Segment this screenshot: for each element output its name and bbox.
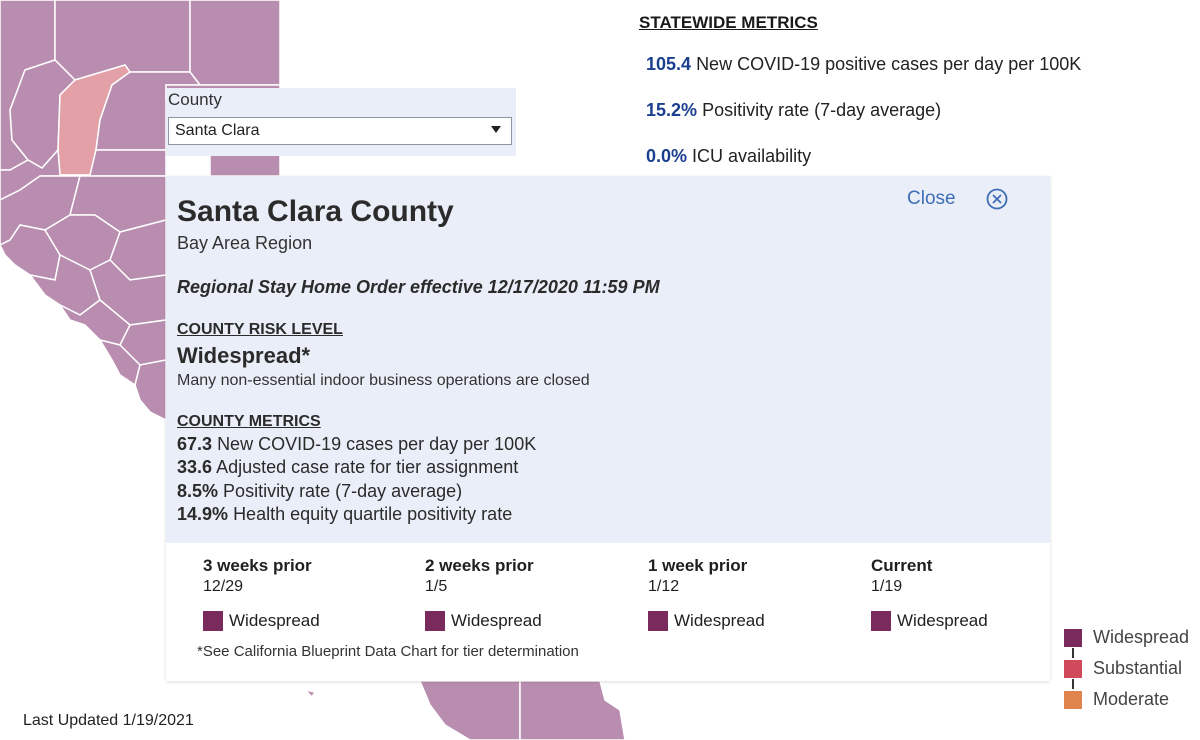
stay-home-order: Regional Stay Home Order effective 12/17… <box>177 277 660 297</box>
tier-legend: Widespread Substantial Moderate <box>1064 624 1200 714</box>
tier-history-date: 1/5 <box>425 578 448 595</box>
county-select-value: Santa Clara <box>175 122 260 139</box>
county-metric: 33.6 Adjusted case rate for tier assignm… <box>177 457 518 478</box>
county-region: Bay Area Region <box>177 233 313 253</box>
close-icon[interactable] <box>983 185 1011 213</box>
county-name: Santa Clara County <box>177 195 454 228</box>
tier-history-item: Current 1/19 Widespread <box>871 556 1071 631</box>
legend-connector <box>1072 679 1074 689</box>
legend-swatch <box>1064 690 1082 709</box>
risk-level-description: Many non-essential indoor business opera… <box>177 372 590 389</box>
map-county[interactable] <box>302 688 317 699</box>
county-metric-value: 8.5% <box>177 481 219 501</box>
risk-level-header: COUNTY RISK LEVEL <box>177 321 343 338</box>
map-county[interactable] <box>519 680 626 740</box>
map-county[interactable] <box>134 359 167 422</box>
tier-name: Widespread <box>897 611 988 630</box>
statewide-metric-value: 105.4 <box>646 54 692 74</box>
county-metric-value: 14.9% <box>177 504 229 524</box>
tier-history-tier: Widespread <box>203 611 403 631</box>
tier-history-tier: Widespread <box>648 611 848 631</box>
tier-history-tier: Widespread <box>425 611 625 631</box>
map-county[interactable] <box>418 680 521 740</box>
statewide-metric-label: Positivity rate (7-day average) <box>702 100 942 120</box>
county-metric: 8.5% Positivity rate (7-day average) <box>177 481 462 502</box>
county-selector-label: County <box>168 90 222 109</box>
legend-swatch <box>1064 659 1082 678</box>
county-metric-value: 33.6 <box>177 457 213 477</box>
tier-history-item: 2 weeks prior 1/5 Widespread <box>425 556 625 631</box>
statewide-metrics-title: STATEWIDE METRICS <box>639 13 818 32</box>
tier-swatch <box>203 611 223 631</box>
legend-swatch <box>1064 628 1082 647</box>
tier-history-date: 12/29 <box>203 578 244 595</box>
tier-history-date: 1/12 <box>648 578 680 595</box>
tier-swatch <box>871 611 891 631</box>
map-county[interactable] <box>189 0 281 86</box>
tier-name: Widespread <box>229 611 320 630</box>
county-select[interactable]: Santa Clara <box>168 117 512 145</box>
county-metric-label: Health equity quartile positivity rate <box>233 504 513 524</box>
tier-history-tier: Widespread <box>871 611 1071 631</box>
tier-name: Widespread <box>674 611 765 630</box>
county-metric-value: 67.3 <box>177 434 213 454</box>
legend-label: Substantial <box>1093 658 1183 678</box>
legend-item-moderate: Moderate <box>1064 689 1169 710</box>
legend-item-substantial: Substantial <box>1064 658 1182 679</box>
tier-history-item: 1 week prior 1/12 Widespread <box>648 556 848 631</box>
county-metrics-header: COUNTY METRICS <box>177 413 321 430</box>
last-updated: Last Updated 1/19/2021 <box>23 712 194 729</box>
tier-history-label: 1 week prior <box>648 556 748 575</box>
county-metric-label: New COVID-19 cases per day per 100K <box>217 434 537 454</box>
chevron-down-icon <box>491 126 501 133</box>
statewide-metric-value: 15.2% <box>646 100 698 120</box>
statewide-metric-icu: 0.0% ICU availability <box>646 146 811 167</box>
tier-history-label: 2 weeks prior <box>425 556 534 575</box>
legend-connector <box>1072 648 1074 658</box>
statewide-metric-label: ICU availability <box>692 146 812 166</box>
tier-history-label: Current <box>871 556 933 575</box>
tier-swatch <box>648 611 668 631</box>
tier-footnote: *See California Blueprint Data Chart for… <box>197 643 579 660</box>
tier-history-item: 3 weeks prior 12/29 Widespread <box>203 556 403 631</box>
tier-history-date: 1/19 <box>871 578 903 595</box>
statewide-metric-positivity: 15.2% Positivity rate (7-day average) <box>646 100 941 121</box>
county-detail-panel: Close Santa Clara County Bay Area Region… <box>166 176 1050 681</box>
legend-label: Widespread <box>1093 627 1190 647</box>
tier-swatch <box>425 611 445 631</box>
statewide-metric-value: 0.0% <box>646 146 688 166</box>
county-metric: 14.9% Health equity quartile positivity … <box>177 504 512 525</box>
tier-history-label: 3 weeks prior <box>203 556 312 575</box>
county-metric: 67.3 New COVID-19 cases per day per 100K <box>177 434 536 455</box>
risk-level-value: Widespread* <box>177 343 311 368</box>
county-metric-label: Adjusted case rate for tier assignment <box>216 457 519 477</box>
legend-label: Moderate <box>1093 689 1170 709</box>
close-button[interactable]: Close <box>907 188 956 210</box>
legend-item-widespread: Widespread <box>1064 627 1189 648</box>
county-metric-label: Positivity rate (7-day average) <box>223 481 463 501</box>
tier-name: Widespread <box>451 611 542 630</box>
statewide-metric-cases: 105.4 New COVID-19 positive cases per da… <box>646 54 1081 75</box>
statewide-metric-label: New COVID-19 positive cases per day per … <box>696 54 1082 74</box>
